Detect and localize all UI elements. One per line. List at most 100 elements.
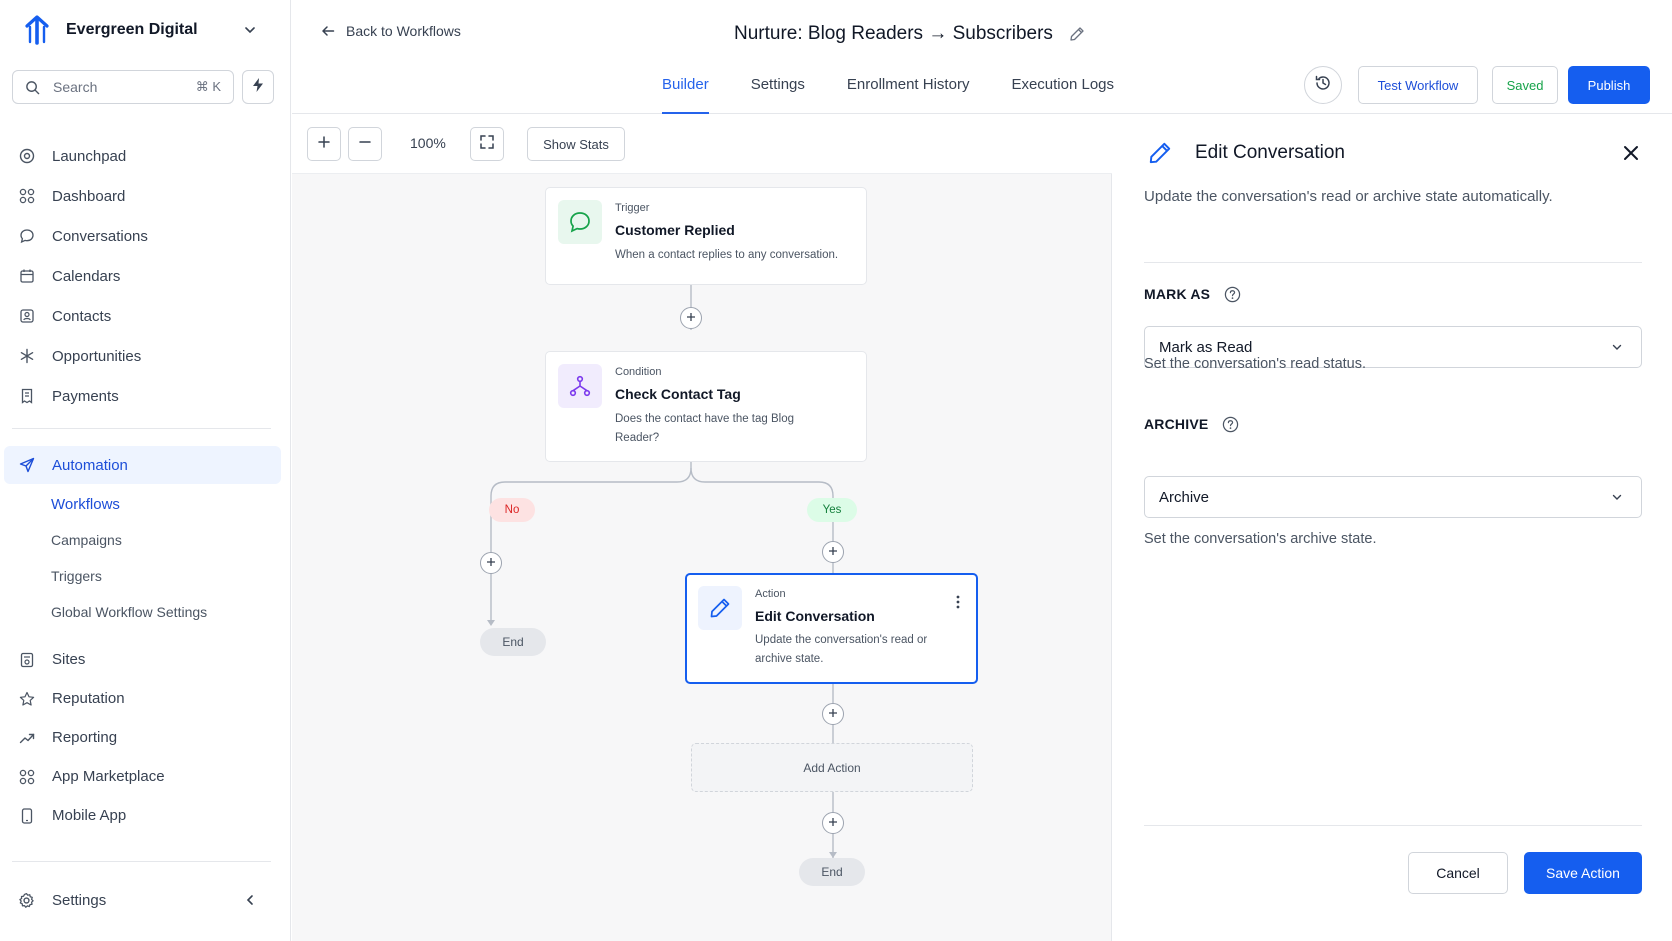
account-switcher[interactable]: Evergreen Digital — [22, 12, 272, 48]
target-icon — [18, 147, 36, 165]
quick-action-button[interactable] — [242, 70, 274, 104]
help-icon[interactable] — [1224, 285, 1242, 303]
minus-icon — [358, 135, 372, 154]
show-stats-button[interactable]: Show Stats — [527, 127, 625, 161]
nav-label: Reporting — [52, 729, 118, 746]
panel-divider — [1144, 262, 1642, 263]
node-title: Check Contact Tag — [615, 386, 741, 402]
add-step-button[interactable] — [822, 812, 844, 834]
zoom-level: 100% — [410, 135, 446, 151]
arrow-left-icon — [320, 22, 338, 40]
back-label: Back to Workflows — [346, 23, 461, 39]
fullscreen-icon — [479, 134, 495, 155]
nav-item-dashboard[interactable]: Dashboard — [0, 176, 291, 216]
nav-item-automation[interactable]: Automation — [4, 446, 281, 484]
add-step-button[interactable] — [480, 552, 502, 574]
help-icon[interactable] — [1222, 415, 1240, 433]
pencil-icon — [698, 586, 742, 630]
add-step-button[interactable] — [822, 541, 844, 563]
trend-icon — [18, 729, 36, 747]
panel-title: Edit Conversation — [1195, 142, 1345, 163]
saved-status-button[interactable]: Saved — [1492, 66, 1558, 104]
chevron-down-icon — [1611, 489, 1627, 505]
archive-select[interactable]: Archive — [1144, 476, 1642, 518]
nav-item-launchpad[interactable]: Launchpad — [0, 136, 291, 176]
add-step-button[interactable] — [822, 703, 844, 725]
workflow-header: Back to Workflows Nurture: Blog Readers … — [292, 0, 1672, 114]
zoom-in-button[interactable] — [307, 127, 341, 161]
nav-label: Mobile App — [52, 807, 127, 824]
branch-yes-label: Yes — [807, 498, 857, 522]
edit-action-panel: Edit Conversation Update the conversatio… — [1113, 115, 1672, 941]
nav-item-reporting[interactable]: Reporting — [0, 718, 291, 757]
test-workflow-button[interactable]: Test Workflow — [1358, 66, 1478, 104]
nav-item-conversations[interactable]: Conversations — [0, 216, 291, 256]
workflow-canvas[interactable]: 100% Show Stats Trigger Customer Replied… — [292, 115, 1112, 941]
nav-item-reputation[interactable]: Reputation — [0, 679, 291, 718]
condition-node[interactable]: Condition Check Contact Tag Does the con… — [545, 351, 867, 462]
save-action-button[interactable]: Save Action — [1524, 852, 1642, 894]
version-history-button[interactable] — [1304, 66, 1342, 104]
nav-item-calendars[interactable]: Calendars — [0, 256, 291, 296]
pencil-icon[interactable] — [1069, 25, 1087, 43]
mark-as-value: Mark as Read — [1159, 338, 1253, 356]
snowflake-icon — [18, 347, 36, 365]
cancel-button[interactable]: Cancel — [1408, 852, 1508, 894]
back-to-workflows-link[interactable]: Back to Workflows — [320, 20, 461, 42]
add-action-placeholder[interactable]: Add Action — [691, 743, 973, 792]
publish-button[interactable]: Publish — [1568, 66, 1650, 104]
nav-sub-item-workflows[interactable]: Workflows — [0, 486, 291, 522]
nav-item-payments[interactable]: Payments — [0, 376, 291, 416]
nav-label: Contacts — [52, 307, 112, 325]
nav-label: Launchpad — [52, 147, 127, 165]
lightning-icon — [252, 77, 264, 97]
nav-label: Opportunities — [52, 347, 142, 365]
node-kind: Condition — [615, 366, 662, 378]
pencil-icon — [1147, 139, 1175, 167]
plus-icon — [686, 309, 696, 327]
send-icon — [18, 456, 36, 474]
close-icon[interactable] — [1620, 142, 1642, 164]
branch-icon — [558, 364, 602, 408]
workflow-title-group: Nurture: Blog Readers → Subscribers — [734, 20, 1087, 48]
node-title: Customer Replied — [615, 222, 735, 238]
nav-label: Automation — [52, 456, 128, 474]
kebab-menu-icon[interactable] — [950, 593, 966, 611]
history-icon — [1314, 74, 1332, 97]
tab-builder[interactable]: Builder — [662, 66, 709, 114]
sites-icon — [18, 651, 36, 669]
add-step-button[interactable] — [680, 307, 702, 329]
tab-enrollment-history[interactable]: Enrollment History — [847, 66, 970, 114]
nav-sub-item-global-settings[interactable]: Global Workflow Settings — [0, 594, 291, 630]
nav-item-opportunities[interactable]: Opportunities — [0, 336, 291, 376]
chevron-down-icon — [240, 20, 260, 40]
plus-icon — [828, 543, 838, 561]
plus-icon — [828, 705, 838, 723]
tab-settings[interactable]: Settings — [751, 66, 805, 114]
fit-to-screen-button[interactable] — [470, 127, 504, 161]
grid-icon — [18, 187, 36, 205]
tab-execution-logs[interactable]: Execution Logs — [1011, 66, 1114, 114]
branch-no-label: No — [489, 498, 535, 522]
nav-sub-item-campaigns[interactable]: Campaigns — [0, 522, 291, 558]
node-kind: Trigger — [615, 202, 650, 214]
collapse-sidebar-icon[interactable] — [243, 891, 261, 909]
chat-bubble-icon — [558, 200, 602, 244]
nav-item-mobile-app[interactable]: Mobile App — [0, 796, 291, 835]
mark-as-label: MARK AS — [1144, 286, 1211, 302]
search-input[interactable]: Search ⌘ K — [12, 70, 234, 104]
account-name: Evergreen Digital — [66, 21, 198, 38]
action-node[interactable]: Action Edit Conversation Update the conv… — [685, 573, 978, 684]
nav-item-sites[interactable]: Sites — [0, 640, 291, 679]
archive-field-label: ARCHIVE — [1144, 415, 1240, 433]
nav-item-app-marketplace[interactable]: App Marketplace — [0, 757, 291, 796]
nav-sub-item-triggers[interactable]: Triggers — [0, 558, 291, 594]
end-node: End — [480, 628, 546, 656]
zoom-out-button[interactable] — [348, 127, 382, 161]
nav-item-settings[interactable]: Settings — [0, 880, 291, 920]
chevron-down-icon — [1611, 339, 1627, 355]
nav-item-contacts[interactable]: Contacts — [0, 296, 291, 336]
end-node: End — [799, 858, 865, 886]
nav-label: Payments — [52, 387, 119, 405]
trigger-node[interactable]: Trigger Customer Replied When a contact … — [545, 187, 867, 285]
